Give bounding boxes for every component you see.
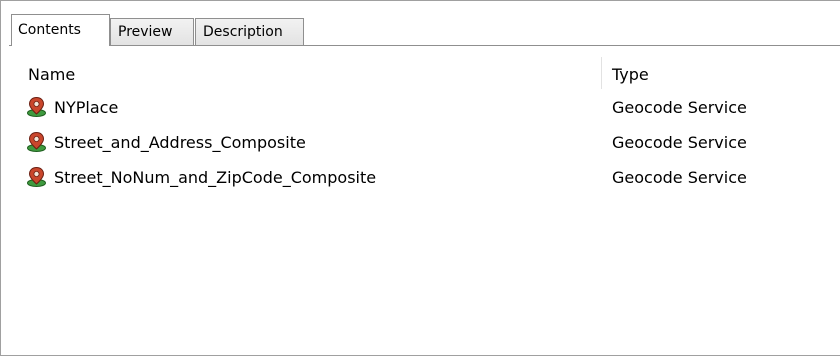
geocode-service-icon (27, 131, 46, 152)
geocode-service-icon (27, 96, 46, 117)
tab-strip: Contents Preview Description (9, 9, 840, 46)
list-rows: NYPlace Geocode Service Street_and_Addre… (2, 89, 840, 194)
item-type: Geocode Service (612, 98, 747, 117)
item-name: NYPlace (54, 98, 119, 117)
catalog-contents-panel: Contents Preview Description Name Type N… (0, 0, 840, 356)
column-divider[interactable] (601, 57, 602, 89)
list-header: Name Type (2, 57, 840, 89)
tab-description[interactable]: Description (195, 18, 304, 45)
item-type: Geocode Service (612, 133, 747, 152)
contents-list: Name Type NYPlace Geocode Service Street… (2, 57, 840, 354)
item-name: Street_NoNum_and_ZipCode_Composite (54, 168, 377, 187)
tab-contents[interactable]: Contents (11, 14, 110, 46)
list-item[interactable]: Street_NoNum_and_ZipCode_Composite Geoco… (2, 159, 840, 194)
item-type: Geocode Service (612, 168, 747, 187)
column-header-type[interactable]: Type (612, 65, 649, 84)
list-item[interactable]: Street_and_Address_Composite Geocode Ser… (2, 124, 840, 159)
column-header-name[interactable]: Name (28, 65, 75, 84)
list-item[interactable]: NYPlace Geocode Service (2, 89, 840, 124)
tab-preview[interactable]: Preview (110, 18, 194, 45)
geocode-service-icon (27, 166, 46, 187)
item-name: Street_and_Address_Composite (54, 133, 306, 152)
tab-baseline-divider (9, 45, 840, 46)
